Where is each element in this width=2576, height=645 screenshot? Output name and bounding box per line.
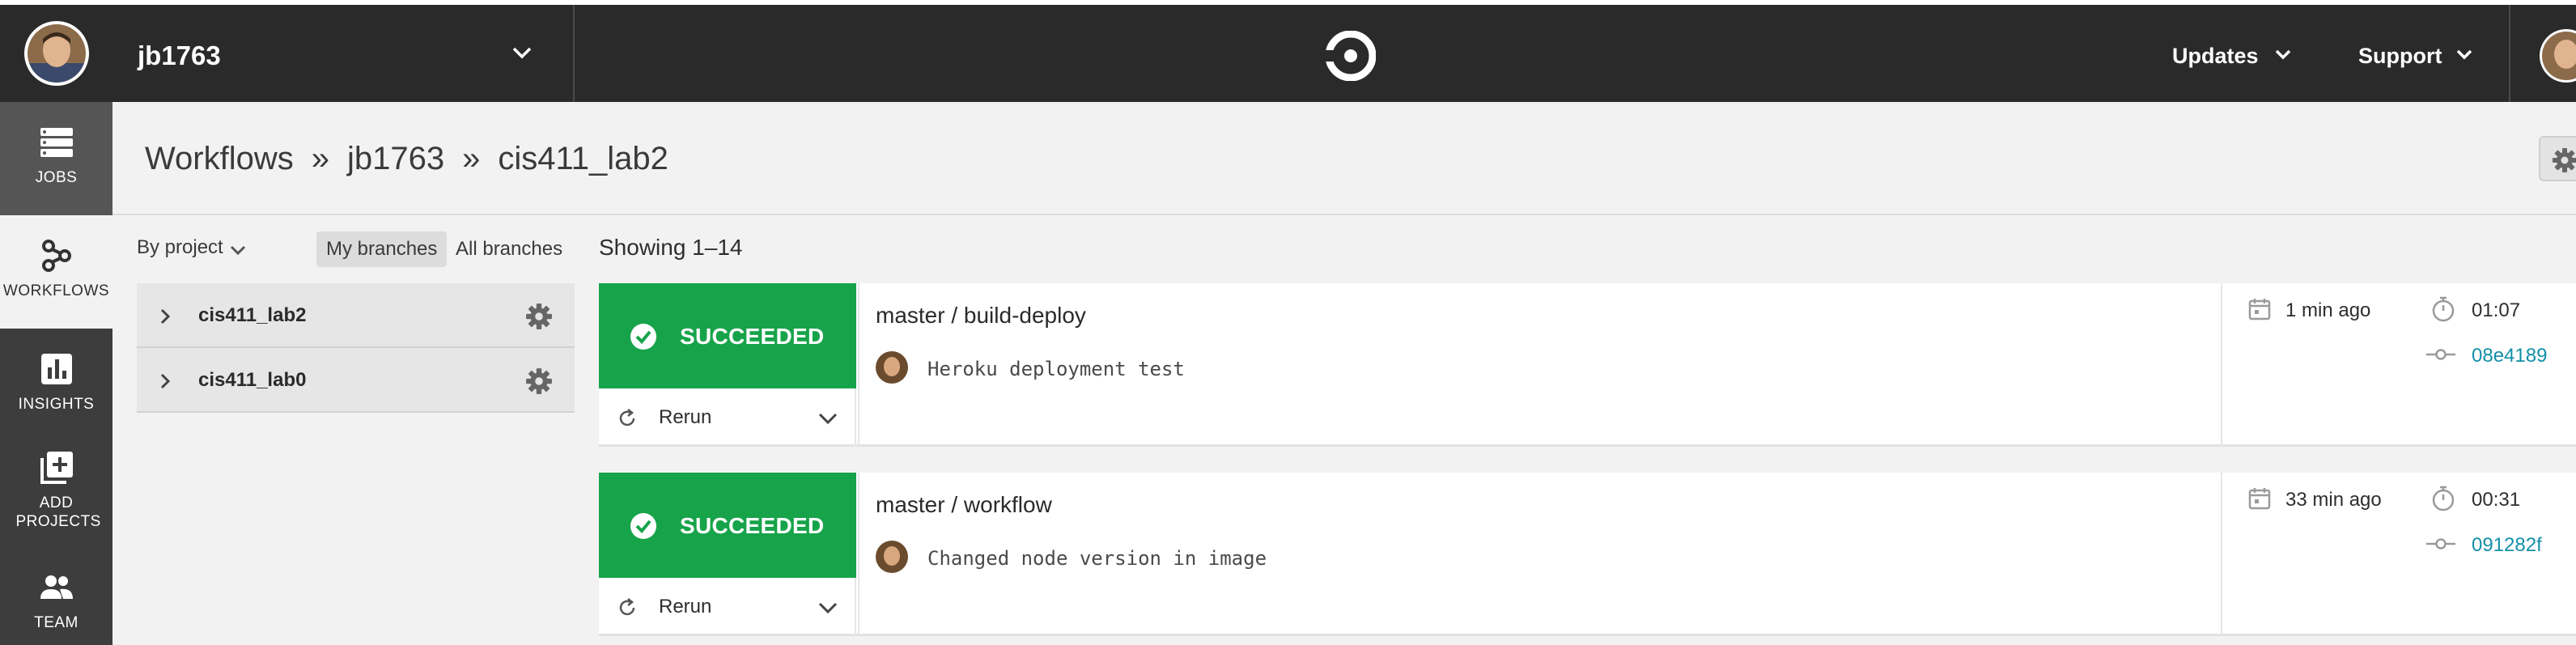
workflow-meta: 1 min ago 01:07 08e4189 xyxy=(2224,283,2576,447)
workflow-summary: master / workflow Changed node version i… xyxy=(858,473,2222,636)
support-label: Support xyxy=(2358,44,2442,68)
all-branches-toggle[interactable]: All branches xyxy=(456,231,562,267)
workflow-title[interactable]: master / workflow xyxy=(876,492,1052,518)
rerun-label: Rerun xyxy=(659,596,712,617)
top-bar: jb1763 Updates Support xyxy=(0,0,2576,102)
workflow-card: SUCCEEDED Rerun master / build-deploy He… xyxy=(599,283,2576,447)
time-ago: 33 min ago xyxy=(2285,489,2382,511)
breadcrumb-separator: » xyxy=(311,141,329,176)
breadcrumb-separator: » xyxy=(462,141,481,176)
project-list: cis411_lab2 cis411_lab0 xyxy=(137,283,575,413)
rerun-button[interactable]: Rerun xyxy=(599,578,856,636)
status-badge[interactable]: SUCCEEDED xyxy=(599,473,856,578)
time-ago: 1 min ago xyxy=(2285,299,2371,321)
sidebar-item-label: TEAM xyxy=(34,614,79,631)
commit-icon xyxy=(2426,538,2455,550)
check-circle-icon xyxy=(630,513,656,539)
chevron-down-icon xyxy=(2275,49,2291,60)
project-row[interactable]: cis411_lab0 xyxy=(137,348,575,413)
stopwatch-icon xyxy=(2432,486,2455,511)
user-photo-icon xyxy=(876,541,908,573)
breadcrumb-project[interactable]: cis411_lab2 xyxy=(498,141,668,176)
branch-filter: By project My branches All branches xyxy=(137,231,574,272)
updates-menu[interactable]: Updates xyxy=(2172,44,2291,69)
breadcrumb-org[interactable]: jb1763 xyxy=(347,141,444,176)
commit-sha-link[interactable]: 091282f xyxy=(2472,534,2542,557)
rerun-label: Rerun xyxy=(659,406,712,428)
chevron-right-icon[interactable] xyxy=(159,372,171,390)
commit-author-avatar xyxy=(876,541,908,573)
chevron-right-icon[interactable] xyxy=(159,308,171,325)
check-circle-icon xyxy=(630,324,656,350)
chevron-down-icon xyxy=(230,245,246,256)
org-avatar xyxy=(24,21,89,86)
workflow-meta: 33 min ago 00:31 091282f xyxy=(2224,473,2576,636)
org-name: jb1763 xyxy=(138,40,221,70)
user-photo-icon xyxy=(876,351,908,384)
chevron-down-icon xyxy=(512,47,532,59)
org-switcher[interactable]: jb1763 xyxy=(0,5,575,102)
status-label: SUCCEEDED xyxy=(680,513,825,538)
sidebar: JOBS WORKFLOWS INSIGHTS ADD PROJECTS TEA… xyxy=(0,102,112,645)
results-count: Showing 1–14 xyxy=(599,235,743,260)
sidebar-item-label: INSIGHTS xyxy=(18,396,95,413)
sidebar-item-workflows[interactable]: WORKFLOWS xyxy=(0,215,112,329)
refresh-icon xyxy=(619,409,635,426)
refresh-icon xyxy=(619,598,635,616)
by-project-label: By project xyxy=(137,236,223,258)
stopwatch-icon xyxy=(2432,296,2455,322)
team-icon xyxy=(40,575,73,599)
insights-icon xyxy=(40,354,72,384)
by-project-dropdown[interactable]: By project xyxy=(137,236,246,259)
sidebar-item-team[interactable]: TEAM xyxy=(0,555,112,645)
user-photo-icon xyxy=(28,24,86,83)
commit-icon xyxy=(2426,349,2455,360)
project-name[interactable]: cis411_lab2 xyxy=(198,304,306,327)
sidebar-item-jobs[interactable]: JOBS xyxy=(0,102,112,215)
circleci-logo-icon[interactable] xyxy=(1326,31,1376,81)
workflow-title[interactable]: master / build-deploy xyxy=(876,303,1086,329)
breadcrumb-workflows[interactable]: Workflows xyxy=(145,141,294,176)
page-header: Workflows » jb1763 » cis411_lab2 xyxy=(112,102,2576,215)
user-photo-icon xyxy=(2542,32,2576,80)
workflow-summary: master / build-deploy Heroku deployment … xyxy=(858,283,2222,447)
commit-message: Changed node version in image xyxy=(927,547,1267,570)
sidebar-item-insights[interactable]: INSIGHTS xyxy=(0,329,112,442)
sidebar-item-add-projects[interactable]: ADD PROJECTS xyxy=(0,434,112,555)
my-branches-toggle[interactable]: My branches xyxy=(316,231,448,267)
rerun-button[interactable]: Rerun xyxy=(599,388,856,447)
breadcrumb: Workflows » jb1763 » cis411_lab2 xyxy=(145,141,668,177)
status-badge[interactable]: SUCCEEDED xyxy=(599,283,856,388)
commit-message: Heroku deployment test xyxy=(927,358,1185,380)
workflow-card: SUCCEEDED Rerun master / workflow Change… xyxy=(599,473,2576,636)
project-settings-button[interactable] xyxy=(2539,136,2576,181)
duration: 01:07 xyxy=(2472,299,2521,321)
support-menu[interactable]: Support xyxy=(2358,44,2472,69)
calendar-icon xyxy=(2248,488,2271,510)
updates-label: Updates xyxy=(2172,44,2259,68)
commit-sha-link[interactable]: 08e4189 xyxy=(2472,345,2547,367)
chevron-down-icon[interactable] xyxy=(817,600,838,615)
duration: 00:31 xyxy=(2472,489,2521,511)
project-row[interactable]: cis411_lab2 xyxy=(137,283,575,348)
gear-icon[interactable] xyxy=(525,303,553,330)
workflows-icon xyxy=(41,240,71,272)
add-projects-icon xyxy=(40,452,73,484)
project-name[interactable]: cis411_lab0 xyxy=(198,369,306,392)
sidebar-item-label: WORKFLOWS xyxy=(2,282,110,299)
status-label: SUCCEEDED xyxy=(680,324,825,349)
gear-icon xyxy=(2553,148,2576,172)
chevron-down-icon xyxy=(2456,49,2472,60)
gear-icon[interactable] xyxy=(525,367,553,395)
sidebar-item-label: JOBS xyxy=(35,169,78,186)
calendar-icon xyxy=(2248,299,2271,320)
jobs-icon xyxy=(40,128,73,157)
user-menu-avatar[interactable] xyxy=(2540,29,2576,83)
divider xyxy=(2509,5,2510,102)
commit-author-avatar xyxy=(876,351,908,384)
sidebar-item-label: ADD PROJECTS xyxy=(15,494,101,530)
chevron-down-icon[interactable] xyxy=(817,411,838,426)
